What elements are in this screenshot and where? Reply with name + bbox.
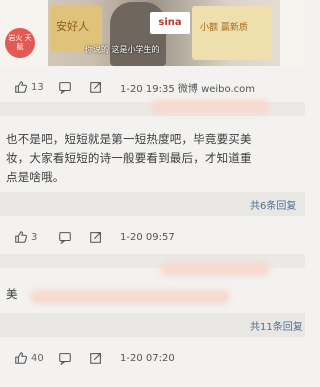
comment-button[interactable] <box>58 230 75 244</box>
comment-icon <box>58 351 72 365</box>
reply-bar[interactable]: 共11条回复 <box>0 313 305 337</box>
share-button[interactable] <box>89 230 106 244</box>
reply-count-link[interactable]: 共11条回复 <box>250 318 303 333</box>
share-button[interactable] <box>89 351 106 365</box>
comment-text: 也不是吧，短短就是第一短热度吧，毕竟要买美 妆，大家看短短的诗一般要看到最后，才… <box>6 130 304 187</box>
edge-thumbnail <box>280 0 305 66</box>
like-count: 3 <box>31 231 38 243</box>
share-icon <box>89 80 103 94</box>
thumbs-up-icon <box>14 80 28 94</box>
like-count: 13 <box>31 81 44 93</box>
blurred-name <box>160 262 270 276</box>
comment-icon <box>58 80 72 94</box>
thumbs-up-icon <box>14 351 28 365</box>
reply-count-link[interactable]: 共6条回复 <box>250 197 296 212</box>
comment-button[interactable] <box>58 351 75 365</box>
comment-button[interactable] <box>58 80 75 94</box>
right-thumbnail-text: 小额 赢新质 <box>200 23 248 33</box>
red-badge: 岩火 天赋 <box>5 28 35 58</box>
post-source: 微博 weibo.com <box>177 83 256 95</box>
thumbs-up-icon <box>14 230 28 244</box>
weibo-feed: 岩火 天赋 安好人 sina 你说的 这是小学生的 小额 赢新质 13 1-20… <box>0 0 305 387</box>
comment-line: 点是啥哦。 <box>6 170 65 184</box>
share-icon <box>89 230 103 244</box>
like-count: 40 <box>31 352 44 364</box>
video-subtitle: 你说的 这是小学生的 <box>85 45 160 54</box>
ad-text: 安好人 <box>56 20 89 33</box>
like-button[interactable]: 3 <box>14 230 37 244</box>
reply-bar[interactable]: 共6条回复 <box>0 192 305 216</box>
share-icon <box>89 351 103 365</box>
comment-icon <box>58 230 72 244</box>
right-thumbnail <box>192 6 272 60</box>
post-timestamp: 1-20 19:35 微博 weibo.com <box>120 83 256 95</box>
blurred-text <box>30 290 230 304</box>
comment-action-row: 40 1-20 07:20 <box>0 341 305 375</box>
comment-timestamp: 1-20 07:20 <box>120 352 175 364</box>
blurred-name <box>150 100 270 114</box>
comment-timestamp: 1-20 09:57 <box>120 231 175 243</box>
comment-line: 也不是吧，短短就是第一短热度吧，毕竟要买美 <box>6 132 252 146</box>
share-button[interactable] <box>89 80 106 94</box>
video-thumbnail-strip[interactable]: 岩火 天赋 安好人 sina 你说的 这是小学生的 小额 赢新质 <box>0 0 305 66</box>
sina-logo: sina <box>150 12 190 34</box>
comment-line: 妆，大家看短短的诗一般要看到最后，才知道重 <box>6 151 252 165</box>
like-button[interactable]: 40 <box>14 351 44 365</box>
comment-action-row: 3 1-20 09:57 <box>0 220 305 254</box>
like-button[interactable]: 13 <box>14 80 44 94</box>
post-action-row: 13 1-20 19:35 微博 weibo.com <box>0 70 305 104</box>
